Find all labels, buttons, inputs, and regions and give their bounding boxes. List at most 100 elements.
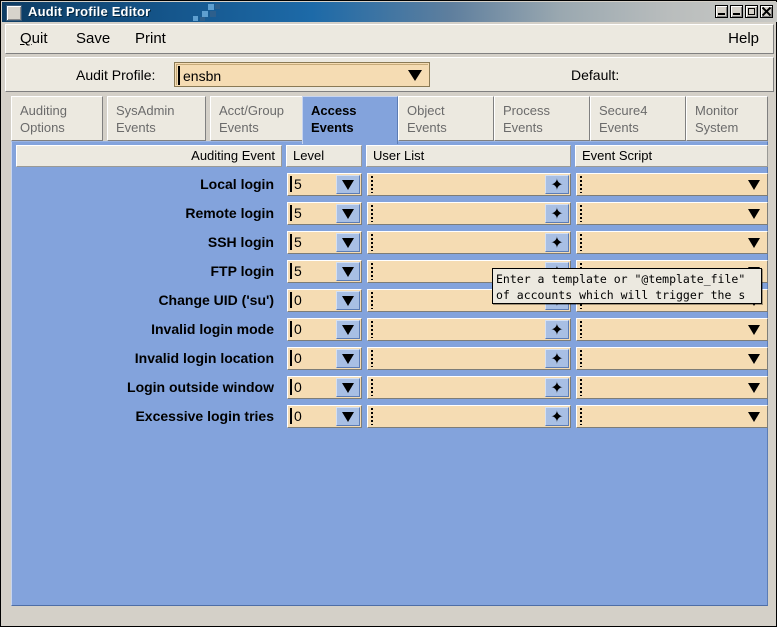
text-cursor xyxy=(580,234,582,251)
text-cursor xyxy=(290,205,292,221)
minimize-button[interactable] xyxy=(715,5,728,18)
tab-process[interactable]: Process Events xyxy=(494,96,590,141)
table-row: Invalid login mode 0 ✦ xyxy=(16,317,768,341)
chevron-down-icon[interactable] xyxy=(742,204,766,223)
star-picker-icon[interactable]: ✦ xyxy=(545,320,569,339)
menu-item-print[interactable]: Print xyxy=(135,30,166,47)
menu-bar: Quit Save Print Help xyxy=(5,24,774,54)
text-cursor xyxy=(371,292,373,309)
level-value: 0 xyxy=(294,321,302,337)
star-picker-icon[interactable]: ✦ xyxy=(545,349,569,368)
user-list-field[interactable]: ✦ xyxy=(367,318,571,341)
tab-label-line-1: Process xyxy=(503,103,550,118)
user-list-field[interactable]: ✦ xyxy=(367,173,571,196)
tab-monitor[interactable]: Monitor System xyxy=(686,96,768,141)
level-combo[interactable]: 0 xyxy=(287,405,362,428)
tab-acct-group[interactable]: Acct/Group Events xyxy=(210,96,308,141)
chevron-down-icon[interactable] xyxy=(336,349,360,368)
chevron-down-icon[interactable] xyxy=(336,320,360,339)
column-header-auditing-event[interactable]: Auditing Event xyxy=(16,145,282,167)
tab-label-line-1: Object xyxy=(407,103,445,118)
menu-item-help[interactable]: Help xyxy=(728,30,759,47)
level-combo[interactable]: 5 xyxy=(287,173,362,196)
text-cursor xyxy=(371,408,373,425)
text-cursor xyxy=(371,321,373,338)
chevron-down-icon[interactable] xyxy=(336,233,360,252)
table-row: Login outside window 0 ✦ xyxy=(16,375,768,399)
event-script-combo[interactable] xyxy=(576,231,768,254)
chevron-down-icon[interactable] xyxy=(336,204,360,223)
tab-label-line-2: Events xyxy=(311,120,354,135)
level-combo[interactable]: 0 xyxy=(287,318,362,341)
text-cursor xyxy=(580,205,582,222)
tab-label-line-2: Events xyxy=(503,120,543,135)
menu-item-quit[interactable]: Quit xyxy=(20,30,48,47)
user-list-field[interactable]: ✦ xyxy=(367,405,571,428)
tab-object[interactable]: Object Events xyxy=(398,96,494,141)
tab-label-line-1: Auditing xyxy=(20,103,67,118)
chevron-down-icon[interactable] xyxy=(742,175,766,194)
user-list-field[interactable]: ✦ xyxy=(367,231,571,254)
tab-label-line-2: Options xyxy=(20,120,65,135)
chevron-down-icon[interactable] xyxy=(742,233,766,252)
text-cursor xyxy=(371,176,373,193)
tab-label-line-2: Events xyxy=(219,120,259,135)
level-combo[interactable]: 5 xyxy=(287,260,362,283)
level-combo[interactable]: 5 xyxy=(287,231,362,254)
star-picker-icon[interactable]: ✦ xyxy=(545,175,569,194)
tooltip: Enter a template or "@template_file" of … xyxy=(492,268,762,304)
level-combo[interactable]: 0 xyxy=(287,376,362,399)
event-script-combo[interactable] xyxy=(576,405,768,428)
chevron-down-icon[interactable] xyxy=(742,320,766,339)
close-button[interactable] xyxy=(760,5,773,18)
chevron-down-icon[interactable] xyxy=(336,262,360,281)
text-cursor xyxy=(290,292,292,308)
window-menu-icon[interactable] xyxy=(6,5,22,21)
event-script-combo[interactable] xyxy=(576,173,768,196)
user-list-field[interactable]: ✦ xyxy=(367,376,571,399)
level-value: 5 xyxy=(294,205,302,221)
tooltip-line-2: of accounts which will trigger the s xyxy=(496,288,746,302)
star-picker-icon[interactable]: ✦ xyxy=(545,204,569,223)
maximize-button[interactable] xyxy=(745,5,758,18)
chevron-down-icon[interactable] xyxy=(742,349,766,368)
tab-secure4[interactable]: Secure4 Events xyxy=(590,96,686,141)
level-combo[interactable]: 0 xyxy=(287,289,362,312)
text-cursor xyxy=(290,408,292,424)
level-combo[interactable]: 5 xyxy=(287,202,362,225)
chevron-down-icon[interactable] xyxy=(742,378,766,397)
tab-bar: Auditing Options SysAdmin Events Acct/Group E… xyxy=(11,96,768,144)
text-cursor xyxy=(580,350,582,367)
audit-profile-combo[interactable]: ensbn xyxy=(174,62,430,87)
event-script-combo[interactable] xyxy=(576,318,768,341)
tab-sysadmin[interactable]: SysAdmin Events xyxy=(107,96,206,141)
text-cursor xyxy=(290,379,292,395)
event-script-combo[interactable] xyxy=(576,202,768,225)
event-script-combo[interactable] xyxy=(576,376,768,399)
user-list-field[interactable]: ✦ xyxy=(367,347,571,370)
audit-profile-value: ensbn xyxy=(183,68,222,84)
chevron-down-icon[interactable] xyxy=(404,66,426,85)
event-script-combo[interactable] xyxy=(576,347,768,370)
tab-label-line-2: Events xyxy=(599,120,639,135)
close-icon xyxy=(762,7,771,16)
menu-item-save[interactable]: Save xyxy=(76,30,110,47)
user-list-field[interactable]: ✦ xyxy=(367,202,571,225)
chevron-down-icon[interactable] xyxy=(336,175,360,194)
tab-access[interactable]: Access Events xyxy=(302,96,398,144)
level-combo[interactable]: 0 xyxy=(287,347,362,370)
restore-button[interactable] xyxy=(730,5,743,18)
chevron-down-icon[interactable] xyxy=(336,407,360,426)
column-header-level[interactable]: Level xyxy=(286,145,362,167)
chevron-down-icon[interactable] xyxy=(336,378,360,397)
tab-auditing[interactable]: Auditing Options xyxy=(11,96,103,141)
table-row: Local login 5 ✦ xyxy=(16,172,768,196)
star-picker-icon[interactable]: ✦ xyxy=(545,233,569,252)
chevron-down-icon[interactable] xyxy=(336,291,360,310)
star-picker-icon[interactable]: ✦ xyxy=(545,378,569,397)
column-header-event-script[interactable]: Event Script xyxy=(575,145,768,167)
chevron-down-icon[interactable] xyxy=(742,407,766,426)
column-header-user-list[interactable]: User List xyxy=(366,145,571,167)
star-picker-icon[interactable]: ✦ xyxy=(545,407,569,426)
profile-bar: Audit Profile: ensbn Default: xyxy=(5,57,774,92)
